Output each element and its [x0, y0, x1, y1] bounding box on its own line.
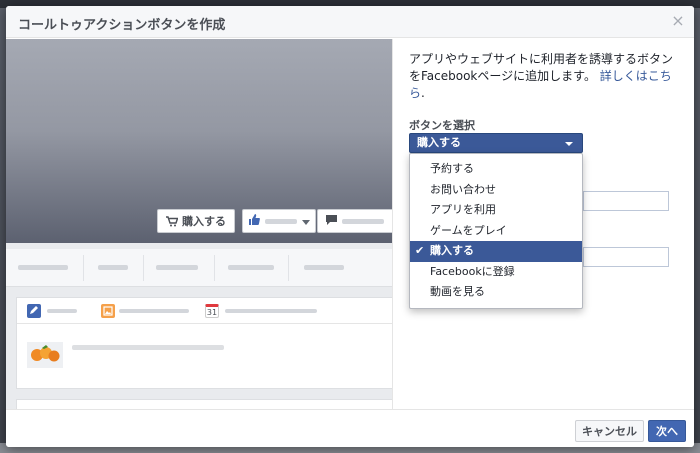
create-cta-dialog: コールトゥアクションボタンを作成 × 購入する 31 アプリやウェブサイトに利用… [6, 6, 694, 447]
like-button-preview [242, 209, 316, 233]
dropdown-option-selected[interactable]: ✔ 購入する [410, 241, 582, 262]
cancel-button[interactable]: キャンセル [575, 420, 644, 442]
cta-preview-label: 購入する [182, 215, 226, 228]
dropdown-option[interactable]: お問い合わせ [410, 180, 582, 201]
dialog-title: コールトゥアクションボタンを作成 [18, 18, 226, 33]
nav-placeholder [304, 265, 344, 270]
select-current-value: 購入する [417, 136, 461, 149]
option-label: アプリを利用 [430, 203, 496, 216]
button-type-dropdown: 予約する お問い合わせ アプリを利用 ゲームをプレイ ✔ 購入する Facebo… [409, 153, 583, 309]
page-nav-placeholder [6, 249, 392, 287]
dropdown-option[interactable]: Facebookに登録 [410, 262, 582, 283]
photo-icon [101, 304, 115, 318]
panel-description: アプリやウェブサイトに利用者を誘導するボタンをFacebookページに追加します… [409, 51, 679, 102]
page-preview: 購入する 31 [6, 39, 392, 409]
close-icon[interactable]: × [670, 13, 686, 29]
option-label: Facebookに登録 [430, 264, 515, 278]
cta-preview-button: 購入する [157, 209, 235, 233]
option-label: 購入する [430, 244, 474, 257]
option-label: ゲームをプレイ [430, 223, 507, 237]
url-input[interactable] [583, 191, 669, 211]
option-label: 予約する [430, 162, 474, 175]
nav-placeholder [228, 265, 274, 270]
feed-card-placeholder [16, 399, 392, 409]
tab-label-placeholder [225, 309, 317, 313]
post-composer-preview: 31 [16, 297, 392, 389]
next-button[interactable]: 次へ [648, 420, 686, 442]
shopping-cart-icon [166, 215, 178, 227]
calendar-icon: 31 [205, 304, 219, 318]
thumbs-up-icon [249, 214, 260, 228]
checkmark-icon: ✔ [415, 244, 425, 257]
dropdown-option[interactable]: アプリを利用 [410, 200, 582, 221]
dropdown-option[interactable]: 動画を見る [410, 282, 582, 303]
dialog-header: コールトゥアクションボタンを作成 × [6, 6, 694, 38]
message-label-placeholder [342, 218, 384, 224]
select-button-label: ボタンを選択 [409, 119, 475, 132]
tab-label-placeholder [119, 309, 189, 313]
chevron-down-icon [565, 142, 573, 146]
speech-bubble-icon [326, 214, 337, 228]
post-text-placeholder [72, 345, 224, 350]
button-type-select[interactable]: 購入する [409, 133, 583, 153]
dialog-footer: キャンセル 次へ [6, 409, 694, 447]
nav-divider [214, 255, 215, 281]
tab-label-placeholder [47, 309, 77, 313]
nav-divider [143, 255, 144, 281]
message-button-preview [317, 209, 392, 233]
nav-divider [288, 255, 289, 281]
nav-divider [83, 255, 84, 281]
nav-placeholder [18, 265, 68, 270]
dropdown-option[interactable]: ゲームをプレイ [410, 221, 582, 242]
page-avatar-thumbnail [27, 342, 63, 368]
pencil-icon [27, 304, 41, 318]
option-label: 動画を見る [430, 285, 485, 298]
nav-placeholder [98, 265, 128, 270]
nav-placeholder [156, 265, 198, 270]
chevron-down-icon [302, 214, 310, 228]
composer-tabs: 31 [17, 298, 392, 324]
cta-settings-panel: アプリやウェブサイトに利用者を誘導するボタンをFacebookページに追加します… [392, 39, 694, 409]
option-label: お問い合わせ [430, 182, 496, 196]
dropdown-option[interactable]: 予約する [410, 159, 582, 180]
like-label-placeholder [265, 218, 297, 224]
secondary-input[interactable] [583, 247, 669, 267]
description-period: . [421, 86, 425, 100]
